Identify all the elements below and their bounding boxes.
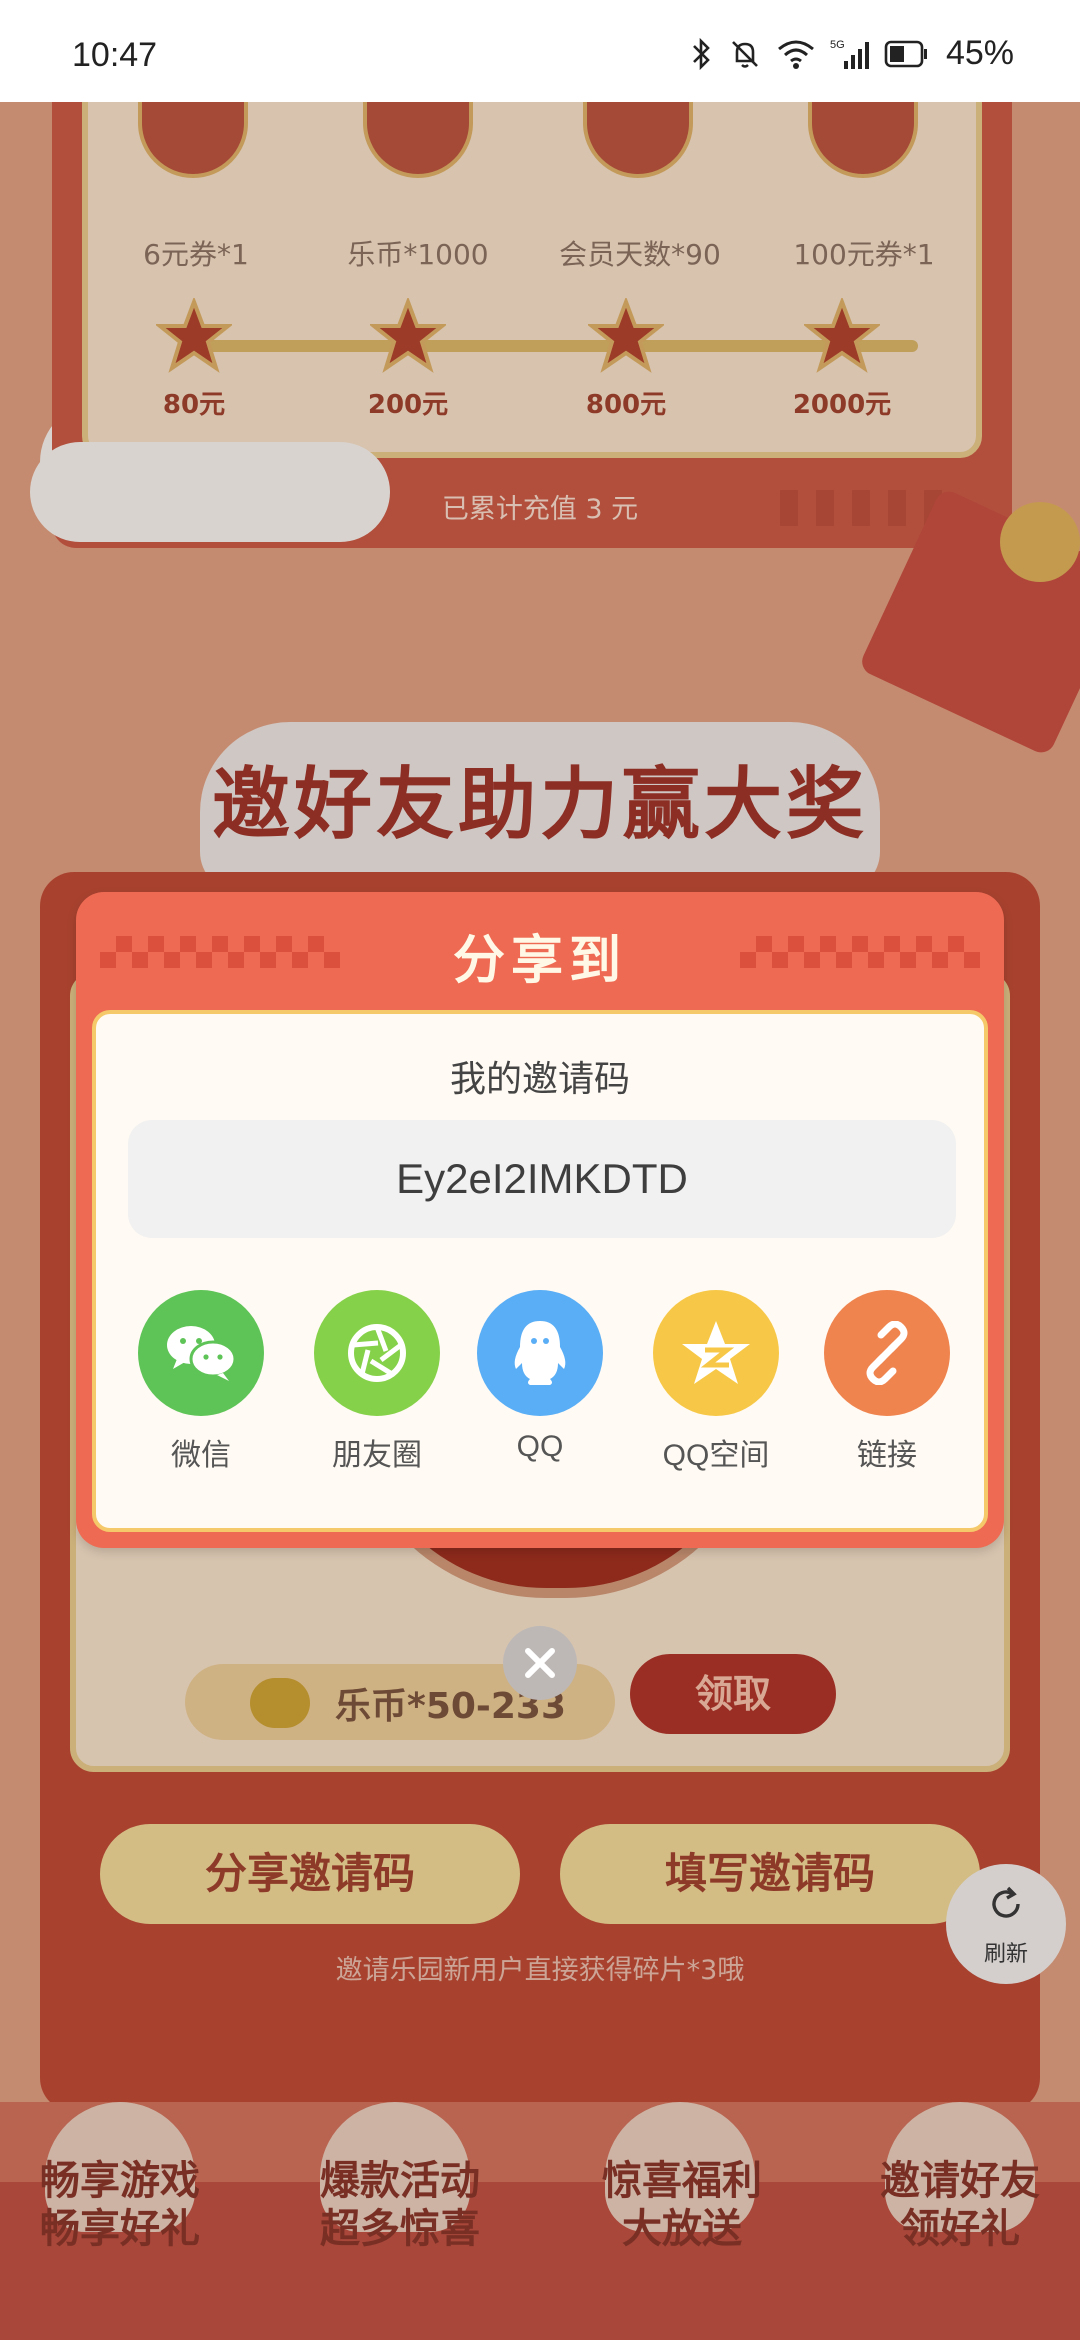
status-bar: 10:47 5G 45% — [0, 0, 1080, 102]
share-link-label: 链接 — [857, 1439, 917, 1472]
wifi-icon — [776, 37, 816, 71]
feature-item-invite[interactable]: 邀请好友 领好礼 — [850, 2157, 1070, 2253]
share-dialog-title: 分享到 — [452, 931, 627, 991]
milestone-label: 80元 — [162, 390, 226, 420]
share-qq-button[interactable]: QQ — [465, 1290, 615, 1464]
coupon-reward-icon — [808, 102, 918, 178]
invite-hint-text: 邀请乐园新用户直接获得碎片*3哦 — [335, 1955, 745, 1986]
status-icons: 5G 45% — [690, 34, 1014, 73]
feature-line: 惊喜福利 — [602, 2158, 762, 2204]
feature-line: 大放送 — [622, 2206, 742, 2252]
milestone-label: 800元 — [585, 390, 667, 420]
feature-line: 邀请好友 — [880, 2158, 1040, 2204]
recharge-reward-panel: 6元券*1 乐币*1000 会员天数*90 100元券*1 80元 200元 8… — [82, 102, 982, 458]
refresh-icon — [992, 1886, 1020, 1918]
bluetooth-icon — [690, 37, 714, 71]
coin-stack-icon — [250, 1678, 310, 1728]
battery-icon — [884, 39, 928, 69]
close-dialog-button[interactable] — [503, 1626, 577, 1700]
coin-decoration — [1000, 502, 1080, 582]
share-link-button[interactable]: 链接 — [812, 1290, 962, 1474]
network-type-label: 5G — [830, 39, 845, 51]
share-invite-code-button[interactable]: 分享邀请码 — [100, 1824, 520, 1924]
share-qzone-label: QQ空间 — [662, 1439, 770, 1472]
share-moments-label: 朋友圈 — [332, 1439, 422, 1472]
share-wechat-label: 微信 — [171, 1439, 231, 1472]
invite-code-label: 我的邀请码 — [449, 1059, 630, 1100]
share-wechat-button[interactable]: 微信 — [126, 1290, 276, 1474]
qzone-icon — [653, 1290, 779, 1416]
milestone-label: 2000元 — [792, 390, 892, 420]
milestone-star-icon — [804, 298, 880, 373]
mute-bell-icon — [728, 37, 762, 71]
reward-label: 会员天数*90 — [559, 238, 721, 271]
share-qzone-button[interactable]: QQ空间 — [641, 1290, 791, 1474]
link-icon — [824, 1290, 950, 1416]
milestone-star-icon — [588, 298, 664, 373]
feature-line: 超多惊喜 — [320, 2206, 480, 2252]
snow-cloud-decoration — [30, 442, 390, 542]
share-moments-button[interactable]: 朋友圈 — [302, 1290, 452, 1474]
feature-line: 领好礼 — [900, 2206, 1020, 2252]
refresh-button[interactable]: 刷新 — [946, 1864, 1066, 1984]
milestone-label: 200元 — [367, 390, 449, 420]
qq-icon — [477, 1290, 603, 1416]
reward-label: 乐币*1000 — [347, 238, 489, 271]
invite-code-field[interactable]: Ey2eI2IMKDTD — [128, 1120, 956, 1238]
section-title: 邀好友助力赢大奖 — [211, 760, 868, 850]
battery-percent: 45% — [945, 34, 1014, 72]
wechat-icon — [138, 1290, 264, 1416]
reward-label: 100元券*1 — [793, 238, 935, 271]
reward-label: 6元券*1 — [143, 238, 249, 271]
cellular-signal-icon: 5G — [830, 37, 870, 71]
feature-line: 畅享游戏 — [40, 2158, 200, 2204]
feature-item-welfare[interactable]: 惊喜福利 大放送 — [572, 2157, 792, 2253]
claim-button[interactable]: 领取 — [630, 1654, 836, 1734]
milestone-star-icon — [370, 298, 446, 373]
share-qq-label: QQ — [516, 1430, 564, 1463]
close-icon — [525, 1648, 555, 1678]
coupon-reward-icon — [138, 102, 248, 178]
enter-invite-code-button[interactable]: 填写邀请码 — [560, 1824, 980, 1924]
status-time: 10:47 — [72, 36, 158, 74]
moments-icon — [314, 1290, 440, 1416]
feature-line: 爆款活动 — [320, 2158, 480, 2204]
vip-reward-icon — [583, 102, 693, 178]
coin-reward-icon — [363, 102, 473, 178]
milestone-star-icon — [156, 298, 232, 373]
feature-item-games[interactable]: 畅享游戏 畅享好礼 — [10, 2157, 230, 2253]
share-dialog: 分享到 我的邀请码 Ey2eI2IMKDTD 微信 朋友圈 QQ QQ空间 链接 — [76, 892, 1004, 1548]
refresh-label: 刷新 — [983, 1942, 1028, 1967]
share-dialog-body: 我的邀请码 Ey2eI2IMKDTD 微信 朋友圈 QQ QQ空间 链接 — [92, 1010, 988, 1532]
feature-line: 畅享好礼 — [40, 2206, 200, 2252]
feature-item-events[interactable]: 爆款活动 超多惊喜 — [290, 2157, 510, 2253]
